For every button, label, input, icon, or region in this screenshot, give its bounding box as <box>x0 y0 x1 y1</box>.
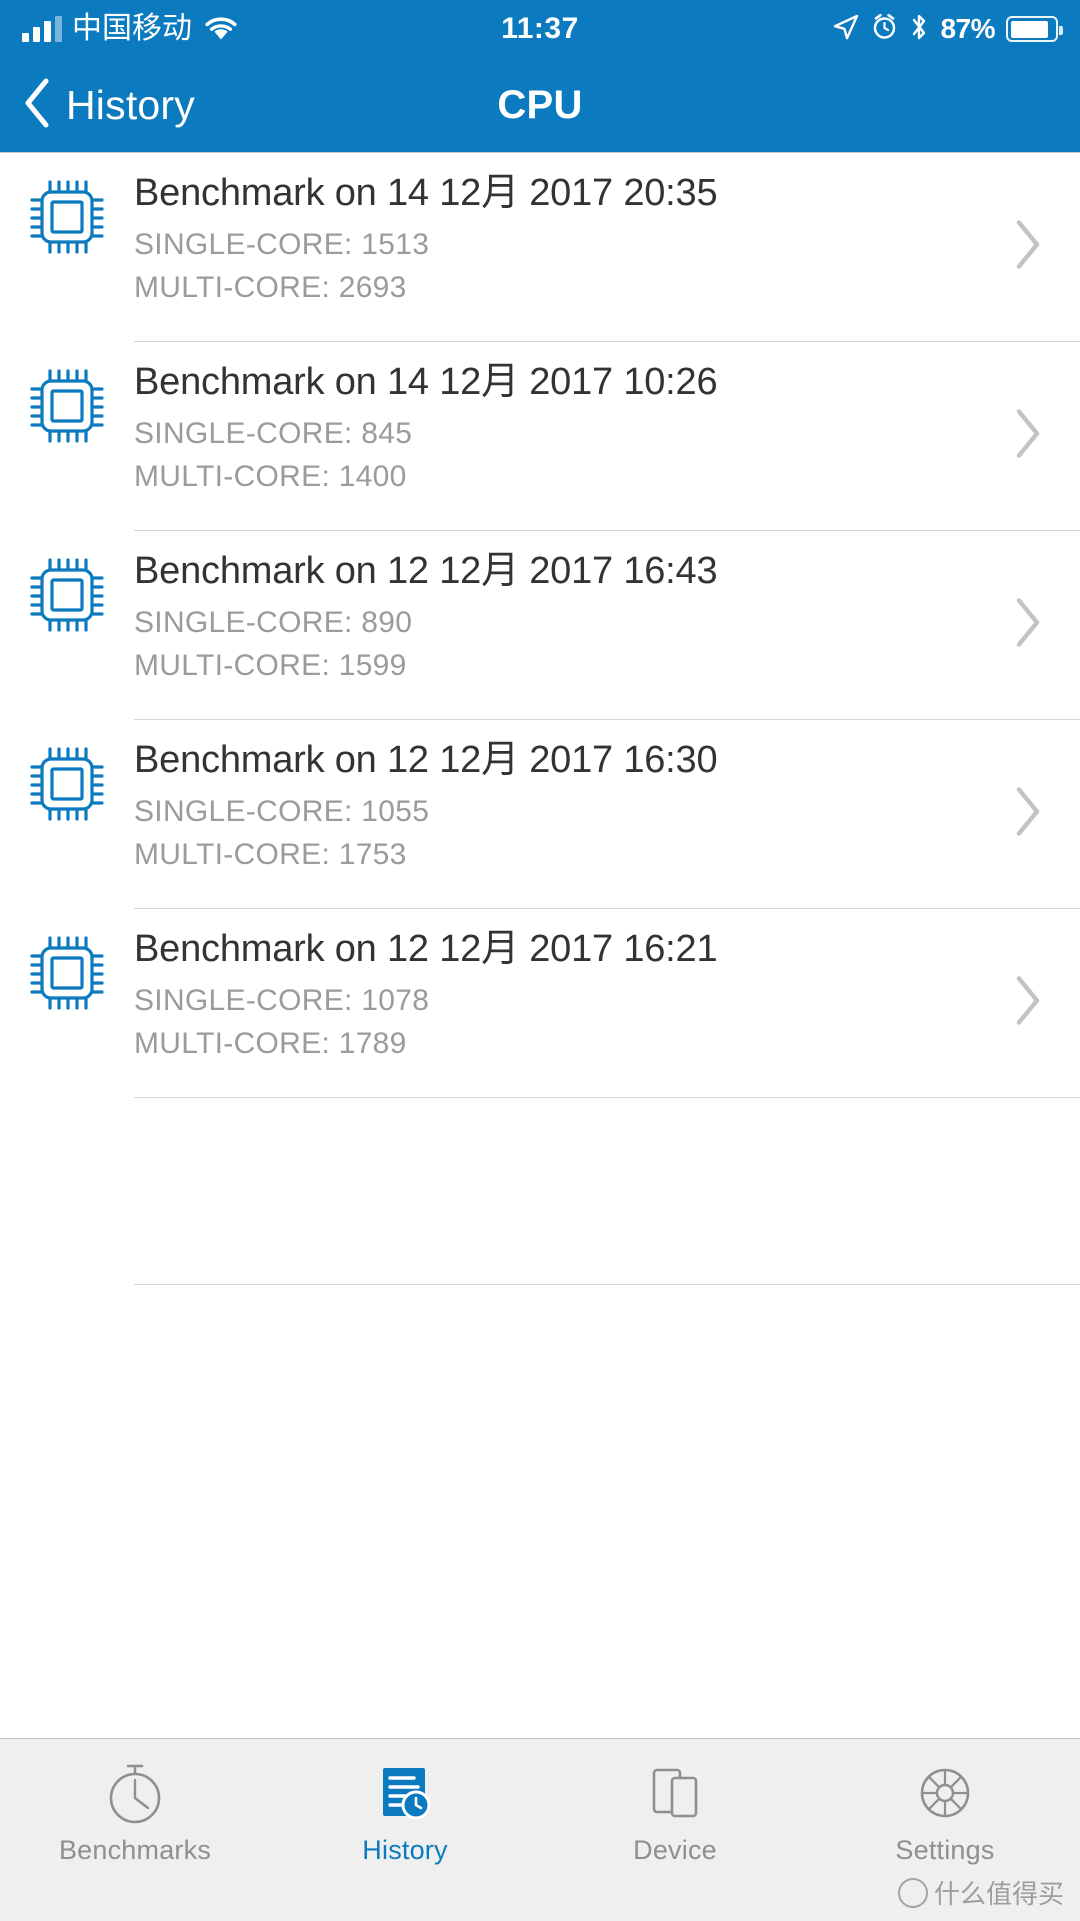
multi-core-score: MULTI-CORE: 1789 <box>134 1027 407 1061</box>
status-bar-right: 87% <box>832 12 1063 47</box>
wifi-icon <box>204 16 238 42</box>
multi-core-score: MULTI-CORE: 1400 <box>134 460 407 494</box>
watermark-logo-icon <box>897 1877 928 1908</box>
cpu-chip-icon <box>0 153 134 255</box>
navigation-bar: History CPU <box>0 58 1080 152</box>
app-screen: 中国移动 11:37 87% History CPU Benchmark on … <box>0 0 1080 1921</box>
chevron-right-icon <box>1012 786 1042 843</box>
list-item[interactable]: Benchmark on 12 12月 2017 16:30 SINGLE-CO… <box>0 720 1080 908</box>
tab-history[interactable]: History <box>270 1739 540 1866</box>
location-arrow-icon <box>832 13 860 46</box>
list-item-content: Benchmark on 14 12月 2017 20:35 SINGLE-CO… <box>134 153 1080 310</box>
list-item[interactable]: Benchmark on 14 12月 2017 10:26 SINGLE-CO… <box>0 342 1080 530</box>
status-bar-left: 中国移动 <box>22 14 238 44</box>
single-core-score: SINGLE-CORE: 1513 <box>134 227 430 261</box>
multi-core-score: MULTI-CORE: 1599 <box>134 649 407 683</box>
benchmark-title: Benchmark on 14 12月 2017 20:35 <box>134 172 718 214</box>
battery-percentage: 87% <box>940 13 995 44</box>
benchmark-title: Benchmark on 14 12月 2017 10:26 <box>134 361 718 403</box>
back-button-label: History <box>66 81 195 128</box>
list-item-content: Benchmark on 12 12月 2017 16:21 SINGLE-CO… <box>134 909 1080 1066</box>
benchmark-title: Benchmark on 12 12月 2017 16:43 <box>134 550 718 592</box>
single-core-score: SINGLE-CORE: 1055 <box>134 794 430 828</box>
cpu-chip-icon <box>0 909 134 1011</box>
list-item-content: Benchmark on 12 12月 2017 16:43 SINGLE-CO… <box>134 531 1080 688</box>
tab-benchmarks[interactable]: Benchmarks <box>0 1739 270 1866</box>
cpu-chip-icon <box>0 720 134 822</box>
tab-label: History <box>362 1835 448 1865</box>
watermark: 什么值得买 <box>897 1874 1064 1911</box>
single-core-score: SINGLE-CORE: 1078 <box>134 983 430 1017</box>
bluetooth-icon <box>909 12 929 47</box>
list-item-content: Benchmark on 14 12月 2017 10:26 SINGLE-CO… <box>134 342 1080 499</box>
battery-icon <box>1006 16 1063 42</box>
status-bar: 中国移动 11:37 87% <box>0 0 1080 58</box>
list-item-content: Benchmark on 12 12月 2017 16:30 SINGLE-CO… <box>134 720 1080 877</box>
benchmark-title: Benchmark on 12 12月 2017 16:30 <box>134 739 718 781</box>
cpu-chip-icon <box>0 342 134 444</box>
list-item[interactable]: Benchmark on 12 12月 2017 16:21 SINGLE-CO… <box>0 909 1080 1097</box>
cpu-chip-icon <box>0 531 134 633</box>
tab-bar: Benchmarks History Device Settings 什么值得买 <box>0 1738 1080 1921</box>
tab-label: Settings <box>895 1835 995 1865</box>
chevron-right-icon <box>1012 975 1042 1032</box>
chevron-right-icon <box>1012 219 1042 276</box>
multi-core-score: MULTI-CORE: 2693 <box>134 271 407 305</box>
single-core-score: SINGLE-CORE: 890 <box>134 605 413 639</box>
tab-label: Device <box>633 1835 717 1865</box>
devices-icon <box>644 1759 706 1827</box>
empty-list-area <box>0 1285 1080 1471</box>
back-button[interactable]: History <box>0 77 195 134</box>
chevron-left-icon <box>22 77 52 134</box>
tab-label: Benchmarks <box>58 1835 212 1865</box>
stopwatch-icon <box>104 1759 166 1827</box>
empty-list-area <box>0 1098 1080 1284</box>
history-document-clock-icon <box>374 1759 436 1827</box>
multi-core-score: MULTI-CORE: 1753 <box>134 838 407 872</box>
chevron-right-icon <box>1012 597 1042 654</box>
benchmark-history-list: Benchmark on 14 12月 2017 20:35 SINGLE-CO… <box>0 152 1080 1738</box>
watermark-text: 什么值得买 <box>933 1880 1064 1910</box>
gear-icon <box>914 1759 976 1827</box>
tab-settings[interactable]: Settings <box>810 1739 1080 1866</box>
list-item[interactable]: Benchmark on 14 12月 2017 20:35 SINGLE-CO… <box>0 153 1080 341</box>
carrier-label: 中国移动 <box>72 11 192 46</box>
tab-device[interactable]: Device <box>540 1739 810 1866</box>
single-core-score: SINGLE-CORE: 845 <box>134 416 413 450</box>
signal-bars-icon <box>22 16 62 42</box>
benchmark-title: Benchmark on 12 12月 2017 16:21 <box>134 928 718 970</box>
chevron-right-icon <box>1012 408 1042 465</box>
list-item[interactable]: Benchmark on 12 12月 2017 16:43 SINGLE-CO… <box>0 531 1080 719</box>
alarm-clock-icon <box>871 13 898 45</box>
